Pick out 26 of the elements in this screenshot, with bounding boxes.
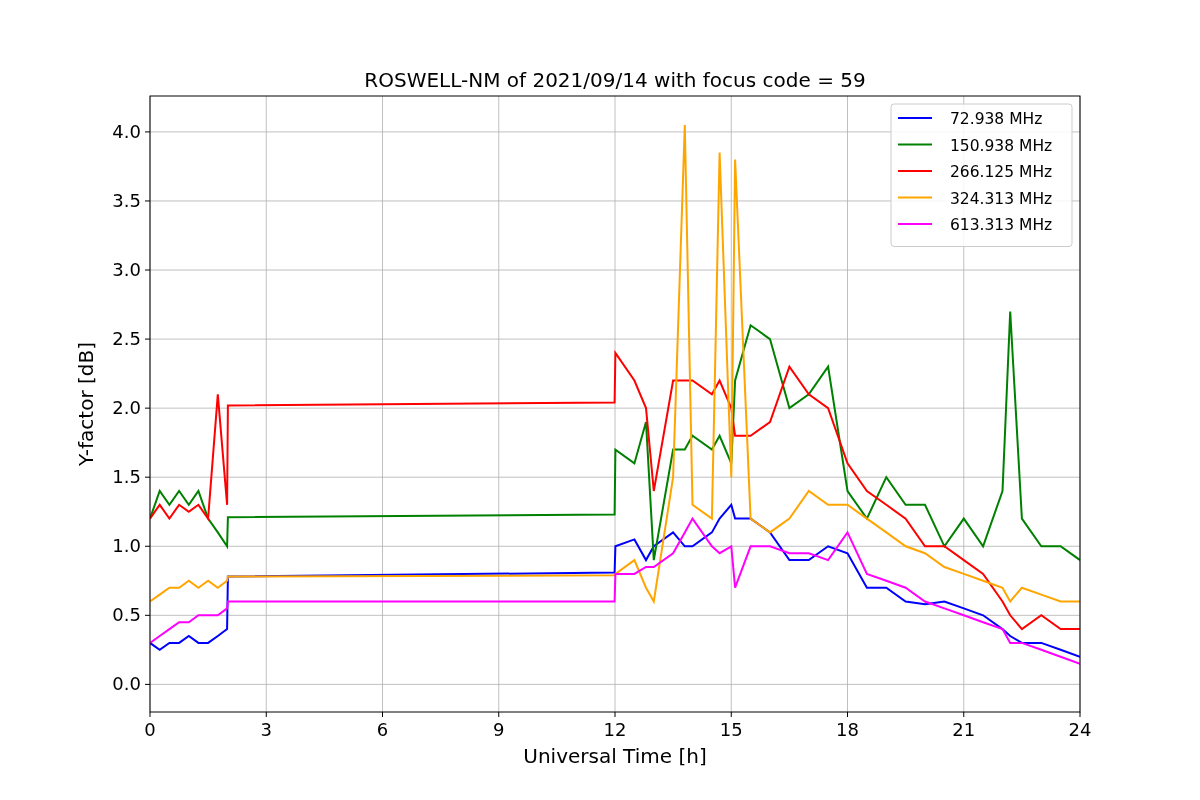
legend-label: 150.938 MHz: [950, 136, 1053, 155]
y-axis-label: Y-factor [dB]: [74, 342, 98, 466]
tick-label: 2.0: [112, 397, 141, 419]
tick-label: 1.5: [112, 466, 141, 488]
tick-label: 3.5: [112, 189, 141, 211]
tick-label: 0.5: [112, 604, 141, 626]
tick-label: 24: [1068, 719, 1092, 740]
tick-label: 3: [260, 719, 272, 740]
tick-label: 12: [603, 719, 627, 740]
legend-label: 72.938 MHz: [950, 110, 1043, 128]
tick-label: 0: [144, 719, 156, 740]
tick-label: 2.5: [112, 328, 141, 350]
tick-label: 21: [952, 719, 976, 740]
x-axis-label: Universal Time [h]: [523, 744, 707, 768]
legend-label: 613.313 MHz: [950, 216, 1053, 234]
legend-label: 266.125 MHz: [950, 163, 1053, 181]
tick-label: 3.0: [112, 259, 141, 281]
tick-label: 4.0: [112, 120, 141, 142]
legend-label: 324.313 MHz: [950, 189, 1053, 208]
tick-label: 0.0: [112, 673, 141, 695]
chart-title: ROSWELL-NM of 2021/09/14 with focus code = 59: [364, 68, 866, 92]
tick-label: 1.0: [112, 535, 141, 557]
tick-label: 15: [719, 719, 743, 740]
tick-label: 6: [376, 719, 389, 740]
tick-label: 18: [836, 719, 859, 740]
tick-label: 9: [493, 719, 505, 740]
